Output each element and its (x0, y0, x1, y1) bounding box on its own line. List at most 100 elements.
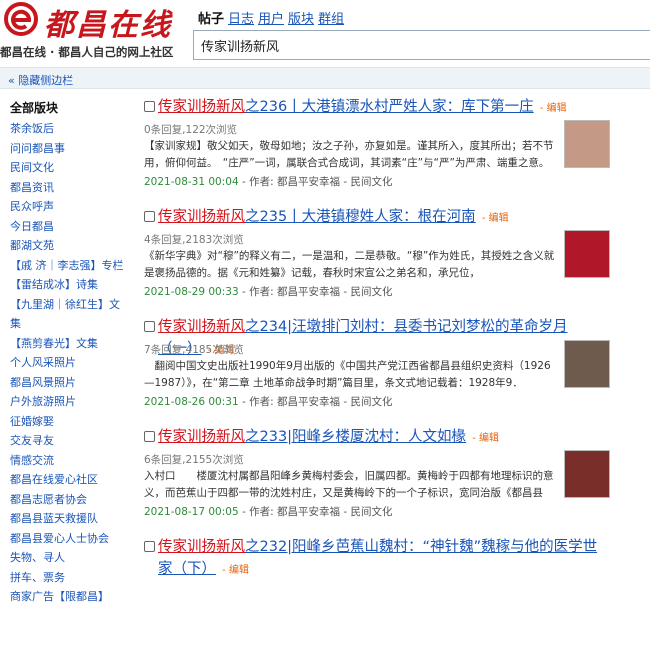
sidebar-item[interactable]: 拼车、票务 (10, 568, 135, 588)
title-keyword[interactable]: 传家训扬新风 (158, 209, 245, 225)
nav-link-users[interactable]: 用户 (258, 12, 284, 27)
forum-link[interactable]: 民间文化 (350, 176, 392, 188)
thread-thumbnail[interactable] (564, 450, 610, 498)
post-date: 2021-08-17 00:05 (144, 506, 239, 518)
thread-meta: 2021-08-26 00:31 - 作者: 都昌平安幸福 - 民间文化 (144, 394, 392, 409)
thread-excerpt: 翻阅中国文史出版社1990年9月出版的《中国共产党江西省都昌县组织史资料（192… (144, 360, 551, 389)
author-link[interactable]: 都昌平安幸福 (277, 506, 340, 518)
edit-link[interactable]: - 编辑 (537, 103, 567, 114)
thread-thumbnail[interactable] (564, 230, 610, 278)
meta-sep: - (339, 396, 351, 408)
thread-checkbox[interactable] (144, 211, 155, 222)
thread-excerpt: 《新华字典》对“穆”的释义有二，一是温和，二是恭敬。“穆”作为姓氏，其授姓之含义… (144, 250, 555, 279)
thread-thumbnail[interactable] (564, 120, 610, 168)
author-label: 作者: (249, 286, 277, 298)
thread-stats: 0条回复,122次浏览 (144, 124, 238, 136)
edit-label[interactable]: 编辑 (489, 213, 509, 224)
thread-title[interactable]: 传家训扬新风之232|阳峰乡芭蕉山魏村：“神针魏”魏稼与他的医学世家（下） - … (158, 536, 608, 582)
nav-link-forums[interactable]: 版块 (288, 12, 314, 27)
thread-stats: 7条回复,4185次浏览 (144, 344, 244, 356)
nav-current-posts: 帖子 (198, 12, 225, 27)
sidebar-item[interactable]: 民众呼声 (10, 197, 135, 217)
meta-sep: - (238, 176, 250, 188)
sidebar-item[interactable]: 情感交流 (10, 451, 135, 471)
thread-item: 传家训扬新风之233|阳峰乡楼厦沈村：人文如椽 - 编辑 6条回复,2155次浏览… (144, 426, 644, 536)
sidebar-item[interactable]: 茶余饭后 (10, 119, 135, 139)
author-link[interactable]: 都昌平安幸福 (277, 396, 340, 408)
thread-title[interactable]: 传家训扬新风之236丨大港镇漂水村严姓人家：库下第一庄 - 编辑 (158, 96, 598, 120)
edit-label[interactable]: 编辑 (547, 103, 567, 114)
forum-link[interactable]: 民间文化 (350, 286, 392, 298)
sidebar-item[interactable]: 【九里湖｜徐红生】文 (10, 295, 135, 315)
thread-meta: 2021-08-31 00:04 - 作者: 都昌平安幸福 - 民间文化 (144, 174, 392, 189)
title-keyword[interactable]: 传家训扬新风 (158, 319, 245, 335)
sidebar-item[interactable]: 都昌在线爱心社区 (10, 470, 135, 490)
author-link[interactable]: 都昌平安幸福 (277, 176, 340, 188)
thread-checkbox[interactable] (144, 321, 155, 332)
hide-sidebar-link[interactable]: « 隐藏侧边栏 (8, 72, 73, 88)
thread-title[interactable]: 传家训扬新风之235丨大港镇穆姓人家：根在河南 - 编辑 (158, 206, 598, 230)
author-label: 作者: (249, 506, 277, 518)
sidebar-item[interactable]: 个人风采照片 (10, 353, 135, 373)
sidebar-item[interactable]: 民间文化 (10, 158, 135, 178)
sidebar-list: 茶余饭后 问问都昌事 民间文化 都昌资讯 民众呼声 今日都昌 鄱湖文苑 【戚 济｜李志强】专栏… (10, 119, 135, 607)
thread-thumbnail[interactable] (564, 340, 610, 388)
sidebar-item[interactable]: 鄱湖文苑 (10, 236, 135, 256)
post-date: 2021-08-26 00:31 (144, 396, 239, 408)
thread-title[interactable]: 传家训扬新风之233|阳峰乡楼厦沈村：人文如椽 - 编辑 (158, 426, 598, 450)
title-keyword[interactable]: 传家训扬新风 (158, 99, 245, 115)
nav-link-groups[interactable]: 群组 (318, 12, 344, 27)
nav-link-blogs[interactable]: 日志 (228, 12, 254, 27)
sidebar-item[interactable]: 今日都昌 (10, 217, 135, 237)
thread-list: 传家训扬新风之236丨大港镇漂水村严姓人家：库下第一庄 - 编辑 0条回复,122… (144, 96, 644, 646)
thread-item: 传家训扬新风之235丨大港镇穆姓人家：根在河南 - 编辑 4条回复,2183次浏览… (144, 206, 644, 316)
thread-item: 传家训扬新风之236丨大港镇漂水村严姓人家：库下第一庄 - 编辑 0条回复,122… (144, 96, 644, 206)
search-input[interactable] (194, 31, 650, 59)
sidebar-toggle-bar: « 隐藏侧边栏 (0, 67, 650, 89)
edit-label[interactable]: 编辑 (479, 433, 499, 444)
sidebar-item[interactable]: 都昌县爱心人士协会 (10, 529, 135, 549)
sidebar-item[interactable]: 失物、寻人 (10, 548, 135, 568)
meta-sep: - (238, 506, 250, 518)
sidebar-item[interactable]: 征婚嫁娶 (10, 412, 135, 432)
thread-checkbox[interactable] (144, 541, 155, 552)
sidebar-item[interactable]: 都昌县蓝天救援队 (10, 509, 135, 529)
sidebar-item[interactable]: 集 (10, 314, 135, 334)
sidebar-item[interactable]: 问问都昌事 (10, 139, 135, 159)
forum-link[interactable]: 民间文化 (350, 506, 392, 518)
sidebar-item[interactable]: 都昌风景照片 (10, 373, 135, 393)
thread-excerpt: 入村口 楼厦沈村属都昌阳峰乡黄梅村委会，旧属四都。黄梅岭于四都有地理标识的意义，… (144, 470, 554, 499)
sidebar-item[interactable]: 交友寻友 (10, 431, 135, 451)
thread-excerpt: 【家训家规】敬父如天，敬母如地；汝之子孙，亦复如是。谨其所入，度其所出；若不节用… (144, 140, 554, 169)
title-keyword[interactable]: 传家训扬新风 (158, 539, 245, 555)
title-text[interactable]: 之236丨大港镇漂水村严姓人家：库下第一庄 (245, 99, 534, 115)
edit-link[interactable]: - 编辑 (469, 433, 499, 444)
edit-link[interactable]: - 编辑 (219, 565, 249, 576)
meta-sep: - (238, 396, 250, 408)
edit-link[interactable]: - 编辑 (479, 213, 509, 224)
title-text[interactable]: 之235丨大港镇穆姓人家：根在河南 (245, 209, 476, 225)
thread-item: 传家训扬新风之234|汪墩排门刘村：县委书记刘梦松的革命岁月（一） - 编辑 7条… (144, 316, 644, 426)
thread-stats: 6条回复,2155次浏览 (144, 454, 244, 466)
sidebar-item[interactable]: 户外旅游照片 (10, 392, 135, 412)
sidebar-item[interactable]: 【雷结成冰】诗集 (10, 275, 135, 295)
post-date: 2021-08-29 00:33 (144, 286, 239, 298)
title-text[interactable]: 之233|阳峰乡楼厦沈村：人文如椽 (245, 429, 466, 445)
thread-checkbox[interactable] (144, 431, 155, 442)
thread-checkbox[interactable] (144, 101, 155, 112)
site-logo[interactable]: 都昌在线 都昌在线 · 都昌人自己的网上社区 (0, 0, 192, 64)
title-keyword[interactable]: 传家训扬新风 (158, 429, 245, 445)
sidebar-item[interactable]: 都昌资讯 (10, 178, 135, 198)
author-label: 作者: (249, 176, 277, 188)
edit-label[interactable]: 编辑 (229, 565, 249, 576)
sidebar-item[interactable]: 都昌志愿者协会 (10, 490, 135, 510)
author-link[interactable]: 都昌平安幸福 (277, 286, 340, 298)
sidebar-item[interactable]: 【戚 济｜李志强】专栏 (10, 256, 135, 276)
meta-sep: - (238, 286, 250, 298)
forum-link[interactable]: 民间文化 (350, 396, 392, 408)
thread-stats: 4条回复,2183次浏览 (144, 234, 244, 246)
search-box (193, 30, 650, 60)
forum-sidebar: 全部版块 茶余饭后 问问都昌事 民间文化 都昌资讯 民众呼声 今日都昌 鄱湖文苑 【戚 济｜李… (10, 100, 135, 607)
sidebar-item[interactable]: 【燕剪春光】文集 (10, 334, 135, 354)
sidebar-item[interactable]: 商家广告【限都昌】 (10, 587, 135, 607)
